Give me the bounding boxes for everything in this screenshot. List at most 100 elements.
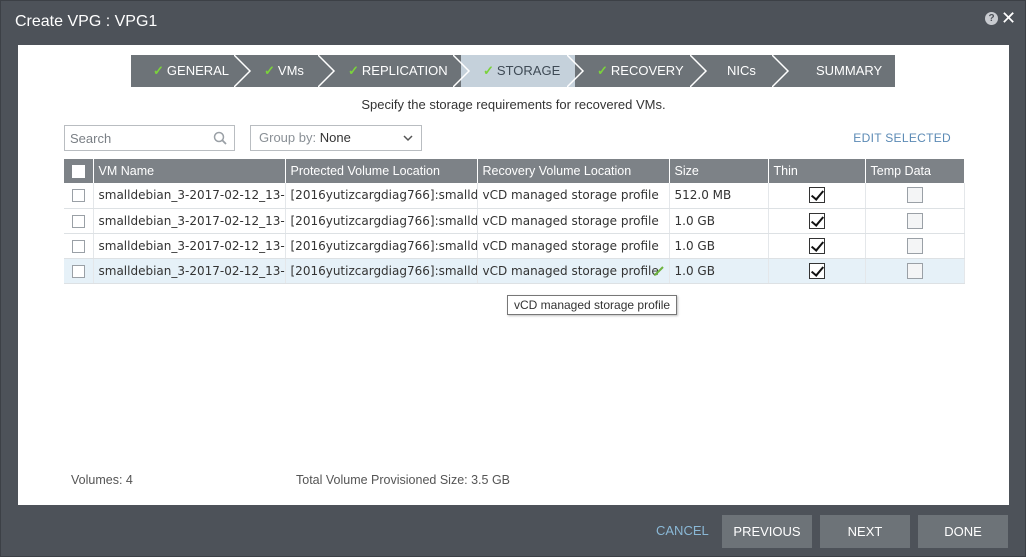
chevron-down-icon — [403, 135, 413, 142]
step-label: SUMMARY — [816, 63, 883, 78]
group-by-select[interactable]: Group by: None — [250, 125, 422, 151]
temp-data-cell — [865, 208, 965, 234]
check-icon: ✓ — [264, 63, 275, 78]
pencil-icon[interactable] — [653, 265, 665, 277]
help-icon[interactable]: ? — [985, 12, 998, 25]
check-icon: ✓ — [153, 63, 164, 78]
thin-cell — [768, 183, 866, 209]
size-cell: 1.0 GB — [669, 233, 769, 259]
step-nics[interactable]: NICs — [698, 55, 780, 87]
total-provisioned-size: Total Volume Provisioned Size: 3.5 GB — [296, 473, 511, 487]
step-label: GENERAL — [166, 63, 230, 78]
thin-checkbox[interactable] — [808, 187, 825, 204]
group-by-label: Group by: — [259, 130, 317, 145]
page-subtitle: Specify the storage requirements for rec… — [361, 97, 666, 112]
thin-checkbox[interactable] — [808, 262, 825, 279]
thin-checkbox[interactable] — [808, 212, 825, 229]
step-label: REPLICATION — [361, 63, 448, 78]
temp-data-checkbox[interactable] — [906, 262, 923, 279]
col-vm-name[interactable]: VM Name — [93, 159, 286, 183]
step-summary[interactable]: SUMMARY — [780, 55, 895, 87]
step-separator — [234, 55, 252, 87]
size-cell: 512.0 MB — [669, 183, 769, 209]
step-separator — [453, 55, 471, 87]
create-vpg-dialog: Create VPG : VPG1 ? ✕ ✓ GENERAL ✓ VMs ✓ REP… — [0, 0, 1026, 557]
temp-data-checkbox[interactable] — [906, 237, 923, 254]
step-general[interactable]: ✓ GENERAL — [131, 55, 242, 87]
temp-data-cell — [865, 183, 965, 209]
thin-cell — [768, 233, 866, 259]
step-label: STORAGE — [496, 63, 561, 78]
thin-cell — [768, 258, 866, 284]
protected-location-cell: [2016yutizcargdiag766]:smalldeb — [285, 233, 478, 259]
col-size[interactable]: Size — [669, 159, 769, 183]
table-row[interactable]: smalldebian_3-2017-02-12_13-1 [2016yutiz… — [64, 208, 965, 234]
group-by-value: None — [319, 130, 351, 145]
row-checkbox[interactable] — [71, 214, 85, 228]
dialog-title: Create VPG : VPG1 — [15, 13, 158, 30]
check-icon: ✓ — [483, 63, 494, 78]
next-button[interactable]: NEXT — [820, 515, 910, 548]
recovery-location-cell[interactable]: vCD managed storage profile — [477, 208, 670, 234]
step-label: VMs — [277, 63, 304, 78]
row-select-cell — [64, 183, 94, 209]
dialog-titlebar: Create VPG : VPG1 ? ✕ — [1, 1, 1025, 45]
vm-name-cell: smalldebian_3-2017-02-12_13-1 — [93, 233, 286, 259]
row-select-cell — [64, 208, 94, 234]
size-cell: 1.0 GB — [669, 208, 769, 234]
row-checkbox[interactable] — [71, 239, 85, 253]
temp-data-checkbox[interactable] — [906, 187, 923, 204]
row-checkbox[interactable] — [71, 189, 85, 203]
row-checkbox[interactable] — [71, 264, 85, 278]
volumes-table: VM Name Protected Volume Location Recove… — [64, 159, 965, 284]
recovery-location-cell[interactable]: vCD managed storage profile — [477, 258, 670, 284]
table-header-row: VM Name Protected Volume Location Recove… — [64, 159, 965, 183]
recovery-location-cell[interactable]: vCD managed storage profile — [477, 183, 670, 209]
temp-data-checkbox[interactable] — [906, 212, 923, 229]
row-select-cell — [64, 258, 94, 284]
protected-location-cell: [2016yutizcargdiag766]:smalldeb — [285, 208, 478, 234]
select-all-checkbox[interactable] — [71, 165, 85, 179]
cancel-button[interactable]: CANCEL — [656, 523, 709, 538]
wizard-steps: ✓ GENERAL ✓ VMs ✓ REPLICATION ✓ STORAGE ✓ REC… — [131, 55, 895, 87]
step-separator — [690, 55, 708, 87]
previous-button[interactable]: PREVIOUS — [722, 515, 812, 548]
col-thin[interactable]: Thin — [768, 159, 866, 183]
step-separator — [567, 55, 585, 87]
recovery-location-cell[interactable]: vCD managed storage profile — [477, 233, 670, 259]
dialog-content: ✓ GENERAL ✓ VMs ✓ REPLICATION ✓ STORAGE ✓ REC… — [18, 45, 1009, 505]
step-recovery[interactable]: ✓ RECOVERY — [575, 55, 698, 87]
step-separator — [772, 55, 790, 87]
volumes-count: Volumes: 4 — [71, 473, 133, 487]
col-protected-location[interactable]: Protected Volume Location — [285, 159, 478, 183]
thin-checkbox[interactable] — [808, 237, 825, 254]
vm-name-cell: smalldebian_3-2017-02-12_13-1 — [93, 183, 286, 209]
search-icon — [213, 131, 227, 145]
col-recovery-location[interactable]: Recovery Volume Location — [477, 159, 670, 183]
col-temp-data[interactable]: Temp Data — [865, 159, 965, 183]
temp-data-cell — [865, 233, 965, 259]
search-input[interactable] — [65, 126, 205, 150]
step-vms[interactable]: ✓ VMs — [242, 55, 326, 87]
vm-name-cell: smalldebian_3-2017-02-12_13-1 — [93, 208, 286, 234]
select-all-header — [64, 159, 94, 183]
edit-selected-link[interactable]: EDIT SELECTED — [853, 131, 951, 145]
close-icon[interactable]: ✕ — [1001, 8, 1016, 28]
search-box[interactable] — [64, 125, 235, 151]
table-row[interactable]: smalldebian_3-2017-02-12_13-1 [2016yutiz… — [64, 258, 965, 284]
check-icon: ✓ — [348, 63, 359, 78]
recovery-location-text: vCD managed storage profile — [482, 263, 659, 278]
size-cell: 1.0 GB — [669, 258, 769, 284]
thin-cell — [768, 208, 866, 234]
protected-location-cell: [2016yutizcargdiag766]:smalldeb — [285, 183, 478, 209]
table-row[interactable]: smalldebian_3-2017-02-12_13-1 [2016yutiz… — [64, 233, 965, 259]
step-label: NICs — [727, 63, 756, 78]
done-button[interactable]: DONE — [918, 515, 1008, 548]
step-replication[interactable]: ✓ REPLICATION — [326, 55, 461, 87]
temp-data-cell — [865, 258, 965, 284]
check-icon: ✓ — [597, 63, 608, 78]
row-select-cell — [64, 233, 94, 259]
step-storage[interactable]: ✓ STORAGE — [461, 55, 575, 87]
table-row[interactable]: smalldebian_3-2017-02-12_13-1 [2016yutiz… — [64, 183, 965, 209]
protected-location-cell: [2016yutizcargdiag766]:smalldeb — [285, 258, 478, 284]
